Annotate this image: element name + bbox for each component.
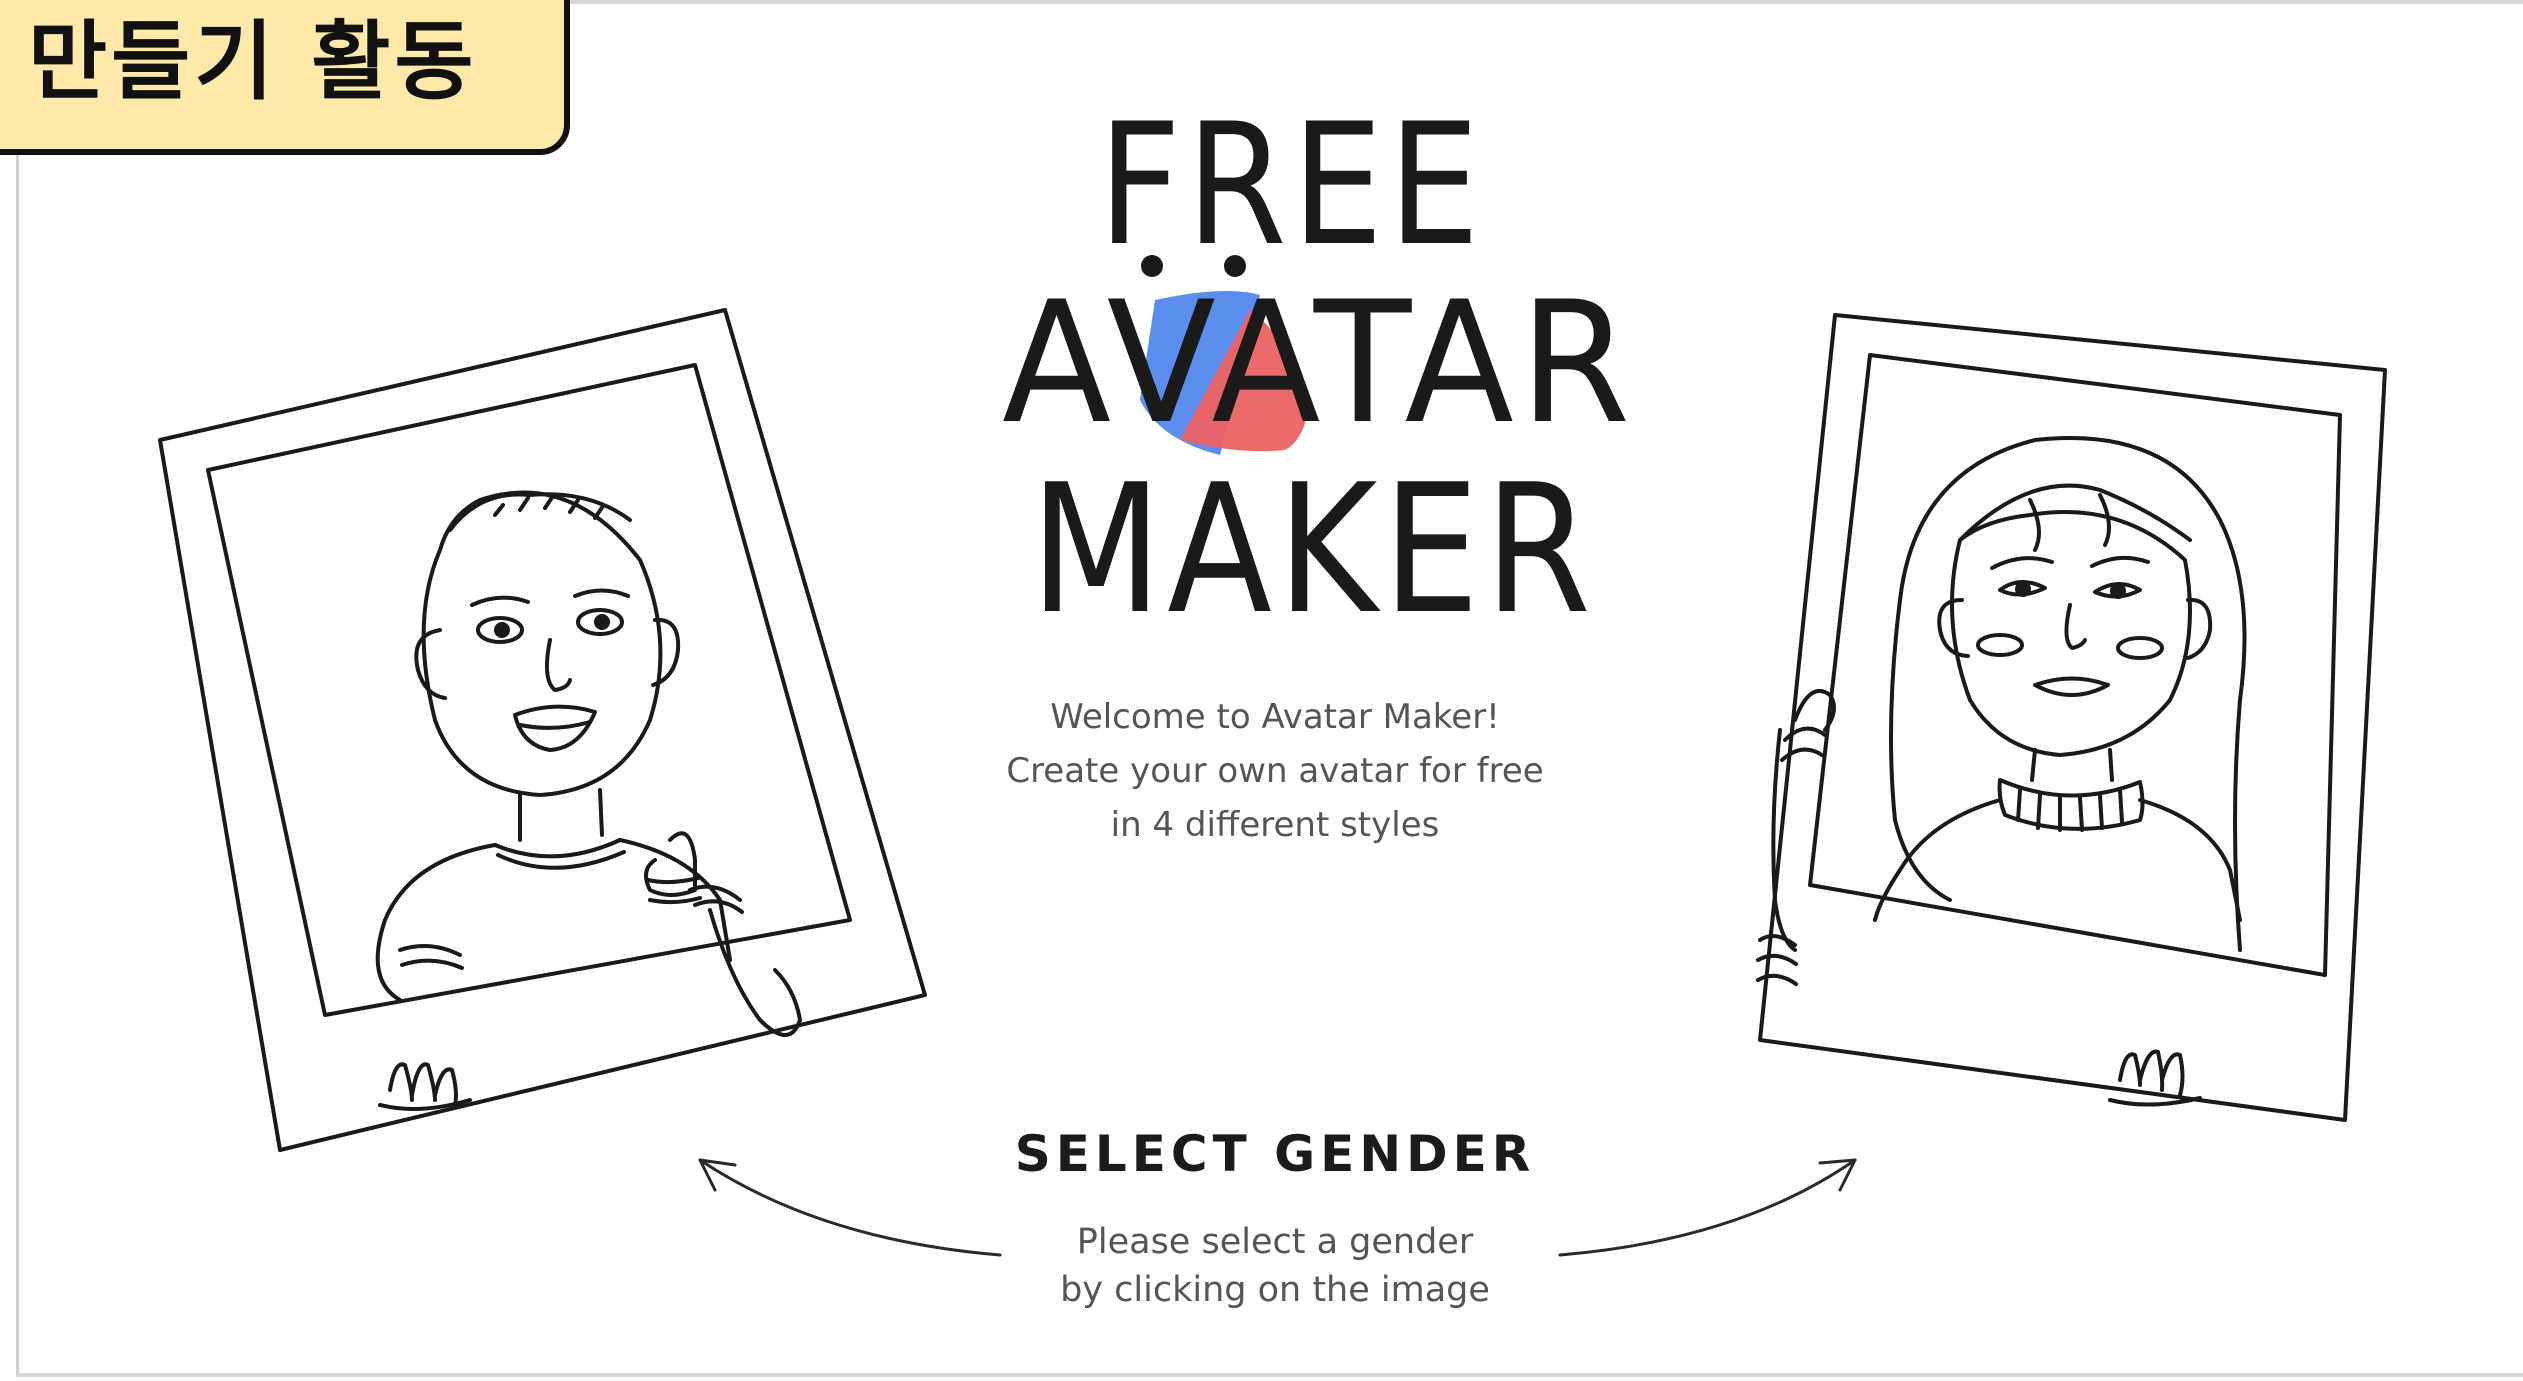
- logo-word-avatar: AVATAR: [1002, 265, 1637, 461]
- logo: FREE AVATAR MAKER: [980, 87, 1630, 640]
- select-girl-image[interactable]: [1700, 300, 2400, 1160]
- logo-word-maker: MAKER: [1030, 446, 1597, 653]
- boy-sketch-icon: [158, 308, 927, 1152]
- instruction-line-1: Please select a gender: [1076, 1222, 1474, 1262]
- instruction-line-2: by clicking on the image: [1060, 1270, 1490, 1310]
- select-boy-image[interactable]: [150, 300, 930, 1170]
- logo-word-free: FREE: [1098, 87, 1485, 283]
- girl-sketch-icon: [1756, 313, 2387, 1122]
- welcome-text: Welcome to Avatar Maker! Create your own…: [960, 690, 1590, 852]
- welcome-line-2: Create your own avatar for free: [1006, 751, 1544, 791]
- activity-badge-label: 만들기 활동: [28, 12, 478, 112]
- activity-badge: 만들기 활동: [0, 0, 570, 155]
- avatar-maker-page: 만들기 활동 FREE AVATAR MAKER Welcome to Avat…: [0, 0, 2523, 1381]
- welcome-line-1: Welcome to Avatar Maker!: [1050, 697, 1500, 737]
- welcome-line-3: in 4 different styles: [1110, 805, 1440, 845]
- select-gender-instructions: Please select a gender by clicking on th…: [960, 1218, 1590, 1314]
- select-gender-heading: SELECT GENDER: [1014, 1125, 1536, 1183]
